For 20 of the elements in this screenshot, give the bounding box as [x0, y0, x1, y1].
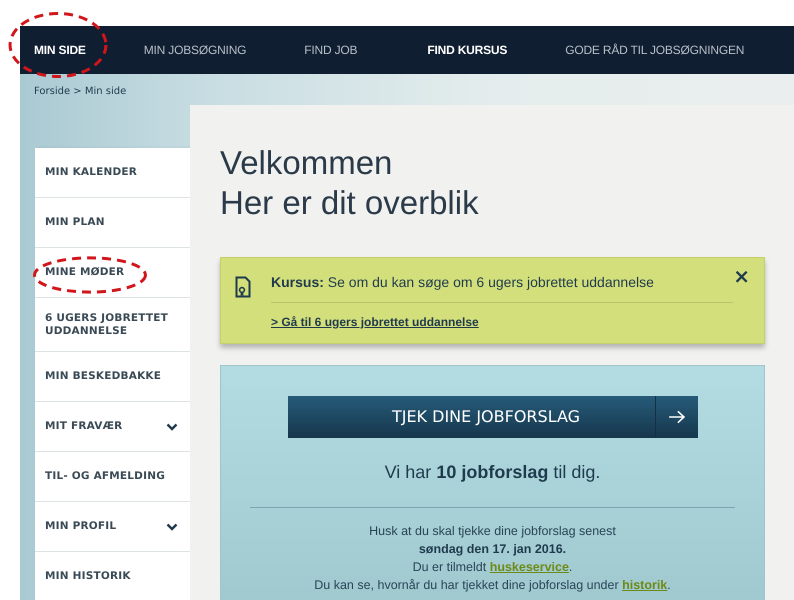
- reminder-text: Du er tilmeldt huskeservice.: [412, 559, 574, 576]
- chevron-down-icon: [166, 422, 178, 430]
- arrow-right-icon: [668, 410, 686, 424]
- nav-link[interactable]: FIND JOB: [292, 26, 370, 74]
- page-heading: Her er dit overblik: [220, 183, 480, 223]
- nav-link[interactable]: FIND KURSUS: [415, 26, 520, 74]
- check-jobs-button[interactable]: TJEK DINE JOBFORSLAG: [288, 396, 698, 438]
- close-button[interactable]: ×: [733, 266, 750, 286]
- jobs-summary: Vi har 10 jobforslag til dig.: [384, 462, 600, 483]
- notice-link[interactable]: > Gå til 6 ugers jobrettet uddannelse: [271, 315, 479, 329]
- reminder-text: Du kan se, hvornår du har tjekket dine jobforslag under historik.: [314, 577, 671, 594]
- notice-text: Kursus: Se om du kan søge om 6 ugers jobrettet uddannelse: [271, 273, 655, 290]
- reminder-text: Husk at du skal tjekke dine jobforslag senest: [368, 523, 617, 540]
- nav-link[interactable]: GODE RÅD TIL JOBSØGNINGEN: [553, 26, 756, 74]
- certificate-icon: [235, 276, 251, 298]
- page-heading: Velkommen: [220, 143, 394, 183]
- nav-link[interactable]: MIN JOBSØGNING: [132, 26, 258, 74]
- breadcrumb: Forside > Min side: [33, 85, 128, 99]
- chevron-down-icon: [166, 522, 178, 530]
- reminder-text: søndag den 17. jan 2016.: [418, 541, 568, 558]
